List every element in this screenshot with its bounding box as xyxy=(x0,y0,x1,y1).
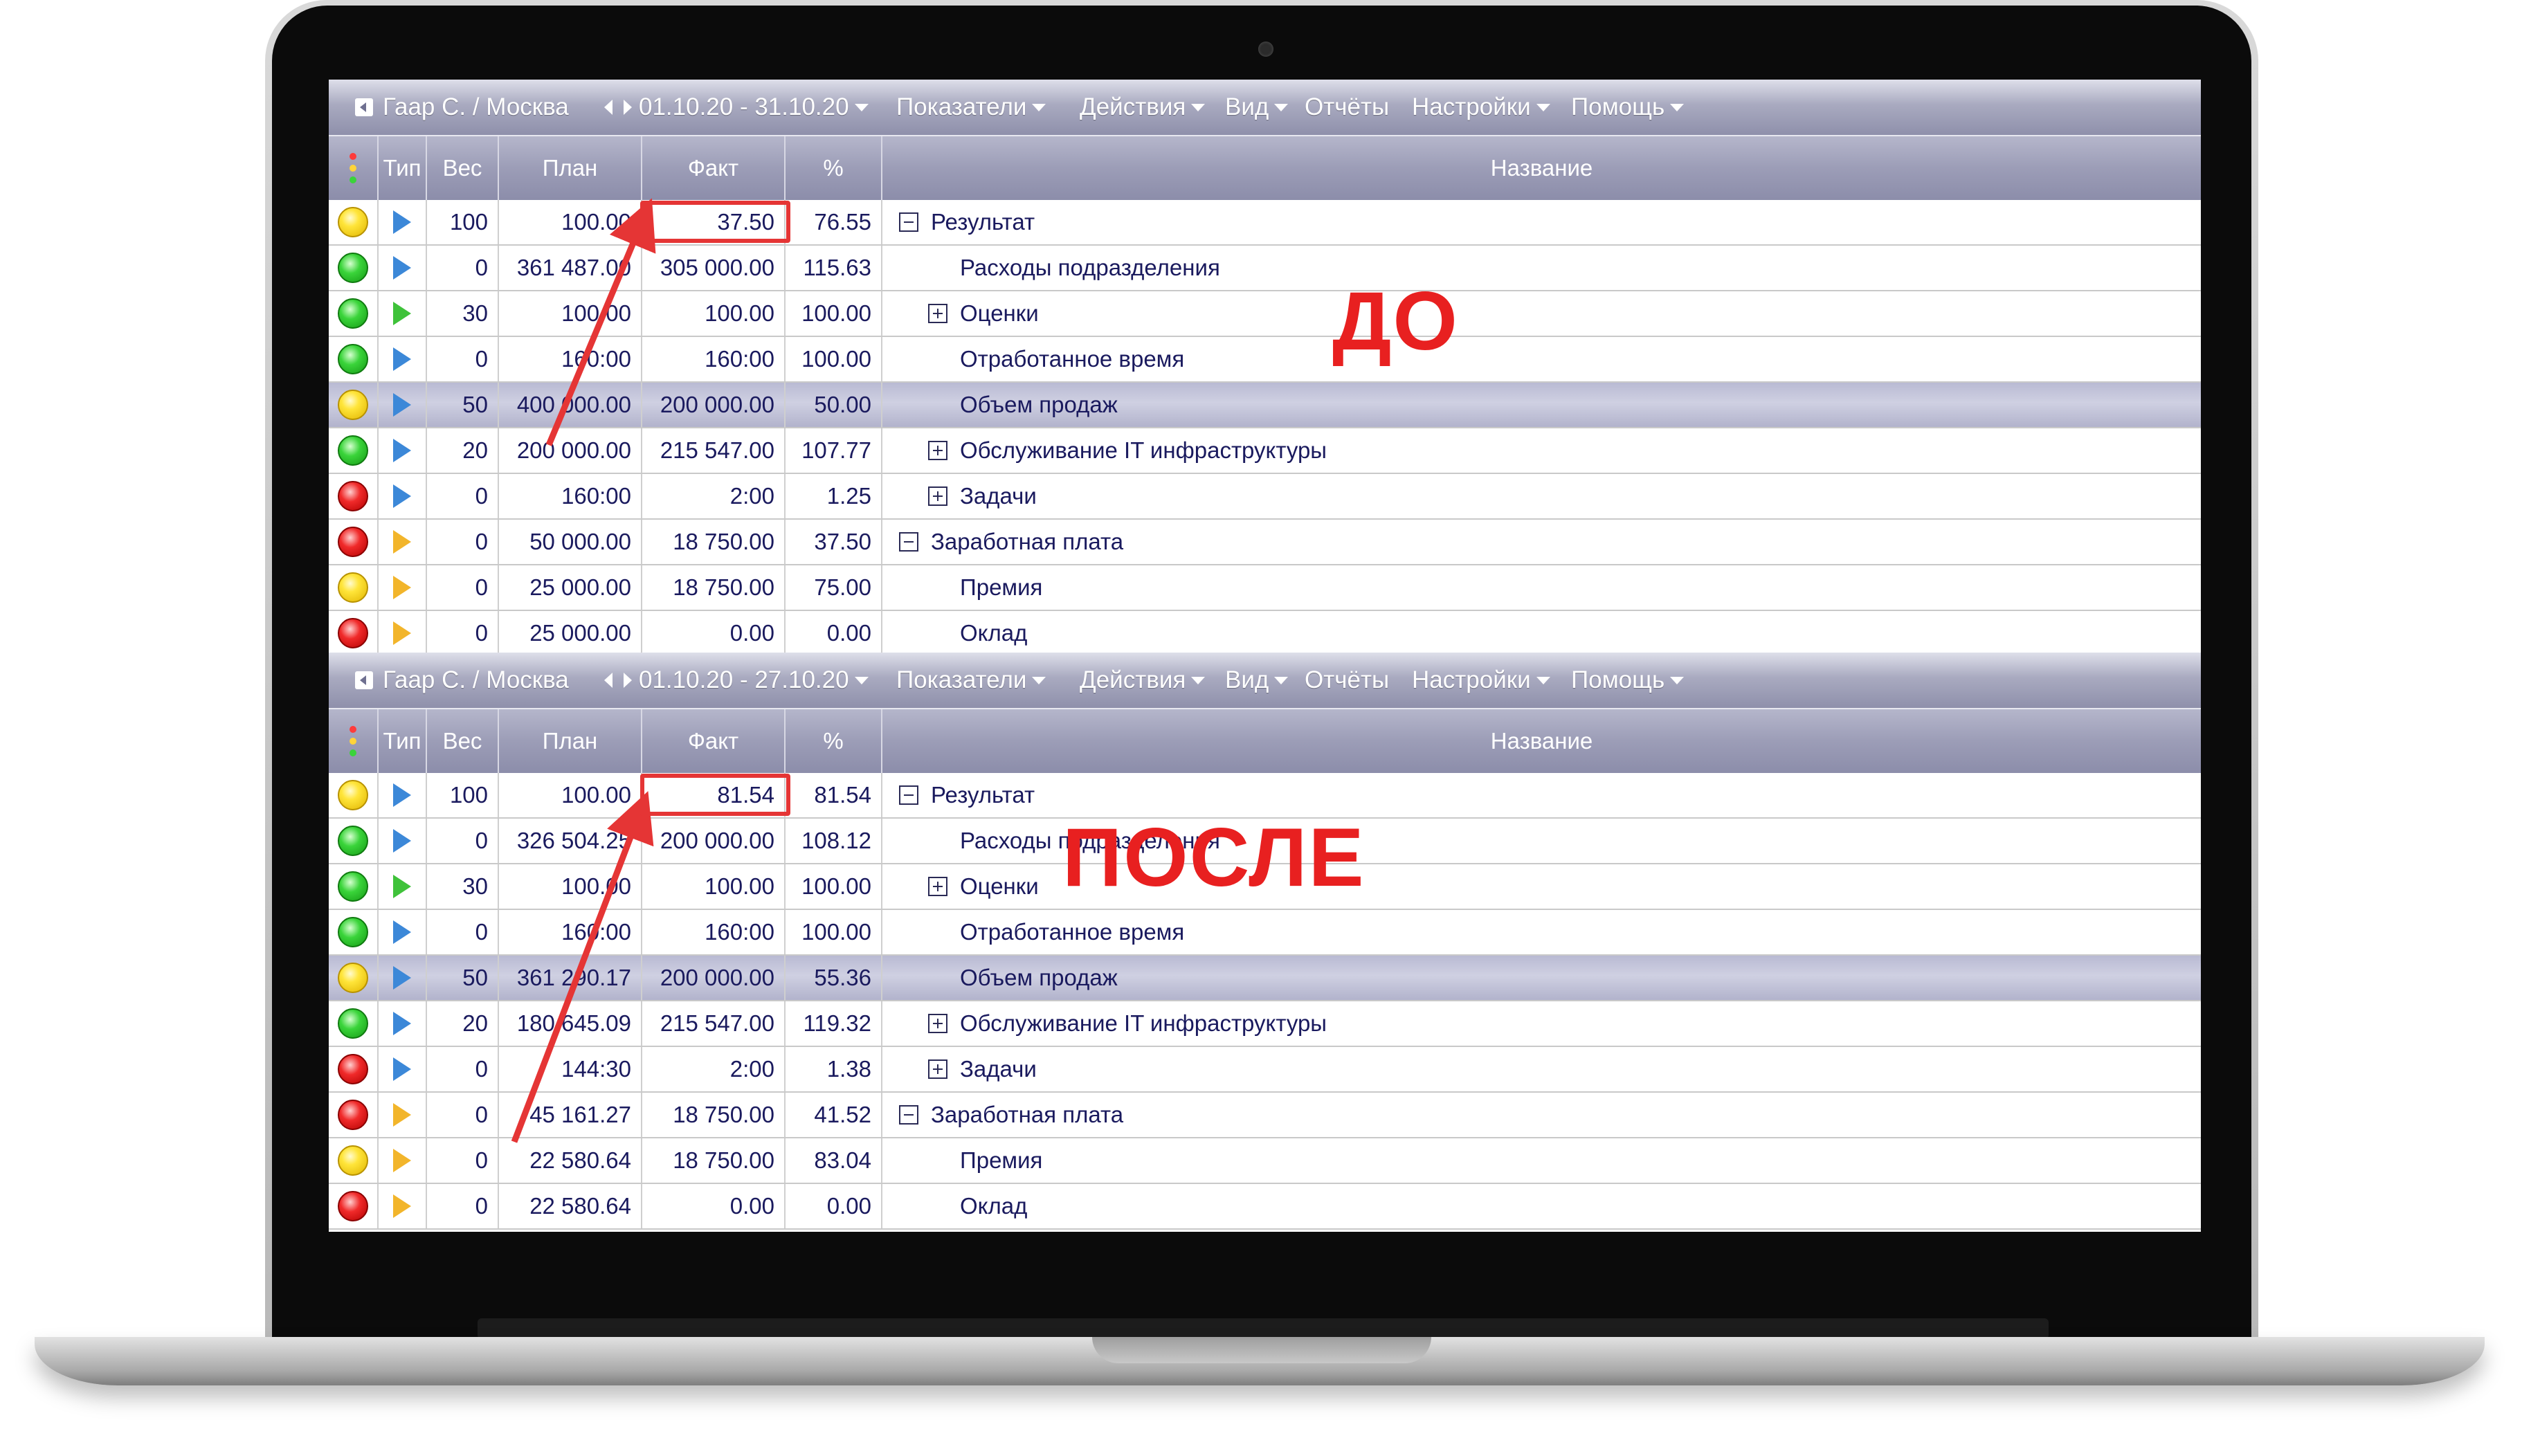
camera-icon xyxy=(1258,42,1273,57)
laptop-screen: Гаар С. / Москва 01.10.20 - 31.10.20 Показ… xyxy=(329,80,2201,1232)
highlight-fact-before xyxy=(640,201,790,243)
arrow-after xyxy=(511,791,654,1143)
arrow-before xyxy=(545,198,656,446)
laptop-notch xyxy=(1092,1337,1431,1363)
before-label: ДО xyxy=(1332,275,1459,367)
laptop-hinge xyxy=(478,1318,2049,1339)
after-label: ПОСЛЕ xyxy=(1062,811,1366,904)
highlight-fact-after xyxy=(640,774,790,816)
annotation-arrows xyxy=(511,198,656,1143)
